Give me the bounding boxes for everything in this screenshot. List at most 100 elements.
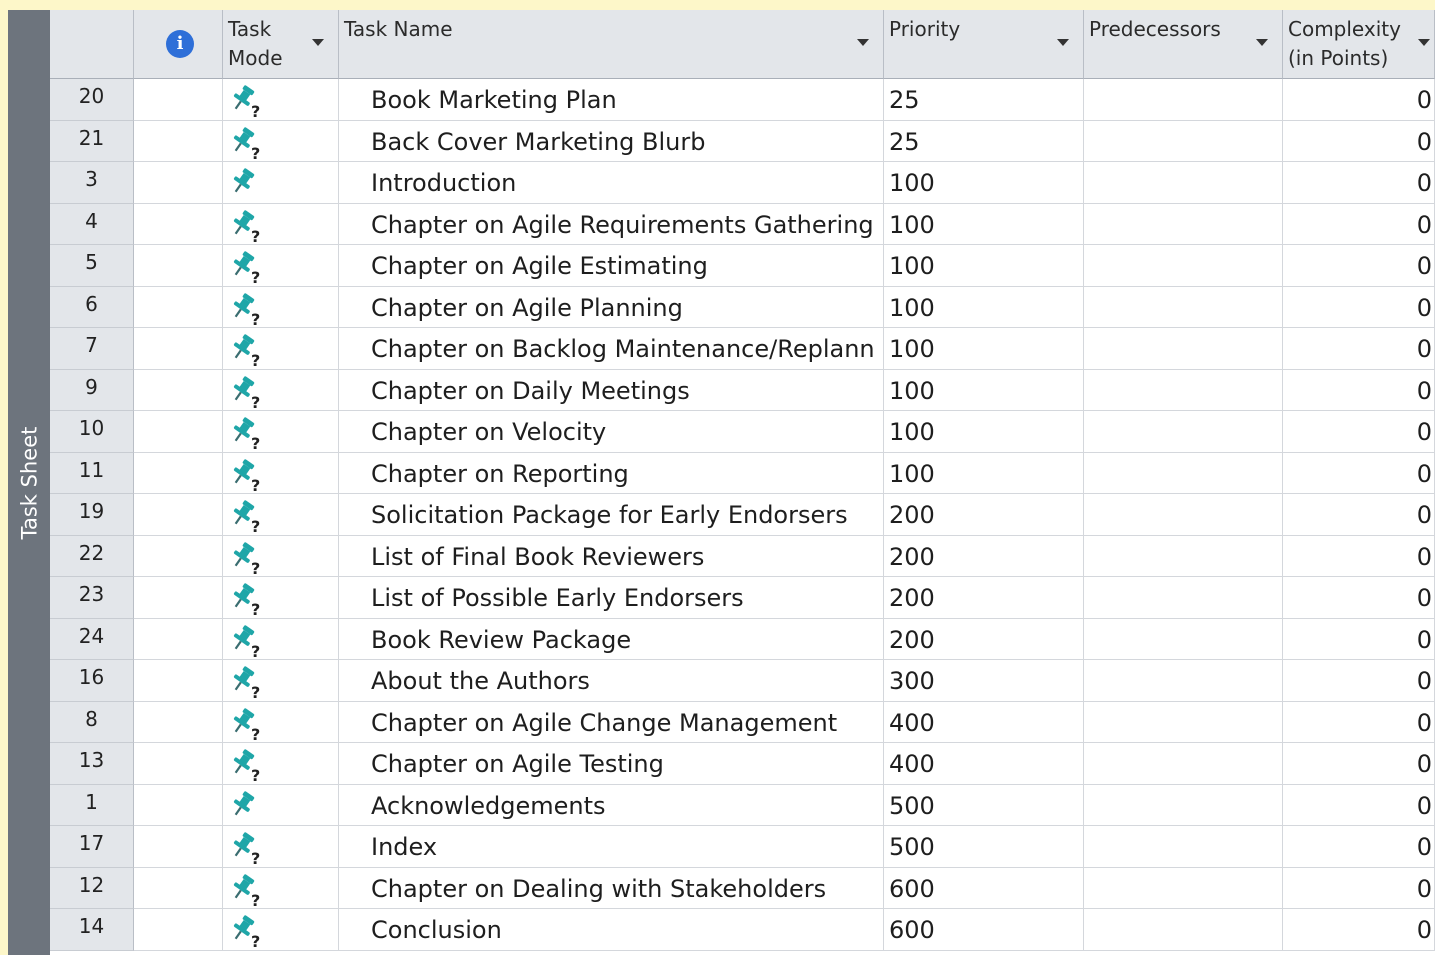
predecessors-cell[interactable]	[1084, 411, 1283, 453]
table-row[interactable]: 6? Chapter on Agile Planning 100 0	[50, 286, 1435, 328]
complexity-cell[interactable]: 0	[1283, 328, 1435, 370]
table-row[interactable]: 23? List of Possible Early Endorsers 200 0	[50, 577, 1435, 619]
predecessors-cell[interactable]	[1084, 826, 1283, 868]
task-mode-cell[interactable]: ?	[223, 867, 339, 909]
task-mode-cell[interactable]: ?	[223, 452, 339, 494]
priority-column-header[interactable]: Priority	[884, 10, 1084, 79]
task-name-cell[interactable]: Chapter on Backlog Maintenance/Replann	[339, 328, 884, 370]
predecessors-cell[interactable]	[1084, 784, 1283, 826]
chevron-down-icon[interactable]	[1256, 39, 1268, 46]
task-mode-cell[interactable]: ?	[223, 577, 339, 619]
complexity-cell[interactable]: 0	[1283, 494, 1435, 536]
table-row[interactable]: 14? Conclusion 600 0	[50, 909, 1435, 951]
chevron-down-icon[interactable]	[1418, 39, 1430, 46]
task-name-cell[interactable]: Solicitation Package for Early Endorsers	[339, 494, 884, 536]
predecessors-cell[interactable]	[1084, 867, 1283, 909]
indicators-cell[interactable]	[134, 369, 223, 411]
priority-cell[interactable]: 100	[884, 369, 1084, 411]
task-mode-cell[interactable]	[223, 784, 339, 826]
priority-cell[interactable]: 100	[884, 245, 1084, 287]
table-row[interactable]: 5? Chapter on Agile Estimating 100 0	[50, 245, 1435, 287]
predecessors-cell[interactable]	[1084, 535, 1283, 577]
indicators-cell[interactable]	[134, 909, 223, 951]
complexity-cell[interactable]: 0	[1283, 245, 1435, 287]
table-row[interactable]: 19? Solicitation Package for Early Endors…	[50, 494, 1435, 536]
row-id-cell[interactable]: 7	[50, 328, 134, 370]
task-mode-cell[interactable]: ?	[223, 369, 339, 411]
predecessors-cell[interactable]	[1084, 577, 1283, 619]
priority-cell[interactable]: 300	[884, 660, 1084, 702]
priority-cell[interactable]: 200	[884, 535, 1084, 577]
indicators-cell[interactable]	[134, 162, 223, 204]
complexity-cell[interactable]: 0	[1283, 162, 1435, 204]
complexity-cell[interactable]: 0	[1283, 701, 1435, 743]
predecessors-cell[interactable]	[1084, 452, 1283, 494]
task-mode-cell[interactable]: ?	[223, 743, 339, 785]
priority-cell[interactable]: 500	[884, 784, 1084, 826]
task-mode-cell[interactable]: ?	[223, 909, 339, 951]
row-id-cell[interactable]: 6	[50, 286, 134, 328]
indicators-cell[interactable]	[134, 618, 223, 660]
indicators-cell[interactable]	[134, 743, 223, 785]
task-name-cell[interactable]: Chapter on Velocity	[339, 411, 884, 453]
priority-cell[interactable]: 600	[884, 909, 1084, 951]
complexity-cell[interactable]: 0	[1283, 618, 1435, 660]
task-mode-cell[interactable]: ?	[223, 79, 339, 121]
row-id-cell[interactable]: 20	[50, 79, 134, 121]
predecessors-cell[interactable]	[1084, 743, 1283, 785]
complexity-cell[interactable]: 0	[1283, 79, 1435, 121]
priority-cell[interactable]: 500	[884, 826, 1084, 868]
predecessors-cell[interactable]	[1084, 203, 1283, 245]
priority-cell[interactable]: 600	[884, 867, 1084, 909]
row-id-cell[interactable]: 10	[50, 411, 134, 453]
task-mode-column-header[interactable]: Task Mode	[223, 10, 339, 79]
predecessors-cell[interactable]	[1084, 909, 1283, 951]
predecessors-cell[interactable]	[1084, 245, 1283, 287]
chevron-down-icon[interactable]	[857, 39, 869, 46]
priority-cell[interactable]: 25	[884, 79, 1084, 121]
row-id-cell[interactable]: 21	[50, 120, 134, 162]
task-name-cell[interactable]: Chapter on Dealing with Stakeholders	[339, 867, 884, 909]
task-name-column-header[interactable]: Task Name	[339, 10, 884, 79]
task-mode-cell[interactable]: ?	[223, 701, 339, 743]
table-row[interactable]: 16? About the Authors 300 0	[50, 660, 1435, 702]
chevron-down-icon[interactable]	[1057, 39, 1069, 46]
row-id-cell[interactable]: 24	[50, 618, 134, 660]
row-id-cell[interactable]: 13	[50, 743, 134, 785]
complexity-cell[interactable]: 0	[1283, 203, 1435, 245]
table-row[interactable]: 11? Chapter on Reporting 100 0	[50, 452, 1435, 494]
row-id-cell[interactable]: 5	[50, 245, 134, 287]
task-mode-cell[interactable]: ?	[223, 328, 339, 370]
complexity-cell[interactable]: 0	[1283, 867, 1435, 909]
task-name-cell[interactable]: About the Authors	[339, 660, 884, 702]
task-mode-cell[interactable]: ?	[223, 411, 339, 453]
priority-cell[interactable]: 200	[884, 494, 1084, 536]
priority-cell[interactable]: 100	[884, 162, 1084, 204]
priority-cell[interactable]: 100	[884, 286, 1084, 328]
indicators-cell[interactable]	[134, 79, 223, 121]
task-mode-cell[interactable]: ?	[223, 120, 339, 162]
task-name-cell[interactable]: Acknowledgements	[339, 784, 884, 826]
complexity-cell[interactable]: 0	[1283, 743, 1435, 785]
table-row[interactable]: 4? Chapter on Agile Requirements Gatherin…	[50, 203, 1435, 245]
complexity-cell[interactable]: 0	[1283, 535, 1435, 577]
priority-cell[interactable]: 400	[884, 701, 1084, 743]
table-row[interactable]: 13? Chapter on Agile Testing 400 0	[50, 743, 1435, 785]
task-mode-cell[interactable]: ?	[223, 618, 339, 660]
indicators-column-header[interactable]: i	[134, 10, 223, 79]
complexity-column-header[interactable]: Complexity (in Points)	[1283, 10, 1435, 79]
view-bar[interactable]: Task Sheet	[8, 10, 50, 955]
table-row[interactable]: 17? Index 500 0	[50, 826, 1435, 868]
indicators-cell[interactable]	[134, 826, 223, 868]
predecessors-cell[interactable]	[1084, 494, 1283, 536]
indicators-cell[interactable]	[134, 328, 223, 370]
indicators-cell[interactable]	[134, 494, 223, 536]
complexity-cell[interactable]: 0	[1283, 286, 1435, 328]
task-name-cell[interactable]: Chapter on Agile Change Management	[339, 701, 884, 743]
task-name-cell[interactable]: Chapter on Agile Testing	[339, 743, 884, 785]
priority-cell[interactable]: 100	[884, 203, 1084, 245]
task-mode-cell[interactable]: ?	[223, 286, 339, 328]
indicators-cell[interactable]	[134, 245, 223, 287]
row-id-cell[interactable]: 14	[50, 909, 134, 951]
predecessors-column-header[interactable]: Predecessors	[1084, 10, 1283, 79]
